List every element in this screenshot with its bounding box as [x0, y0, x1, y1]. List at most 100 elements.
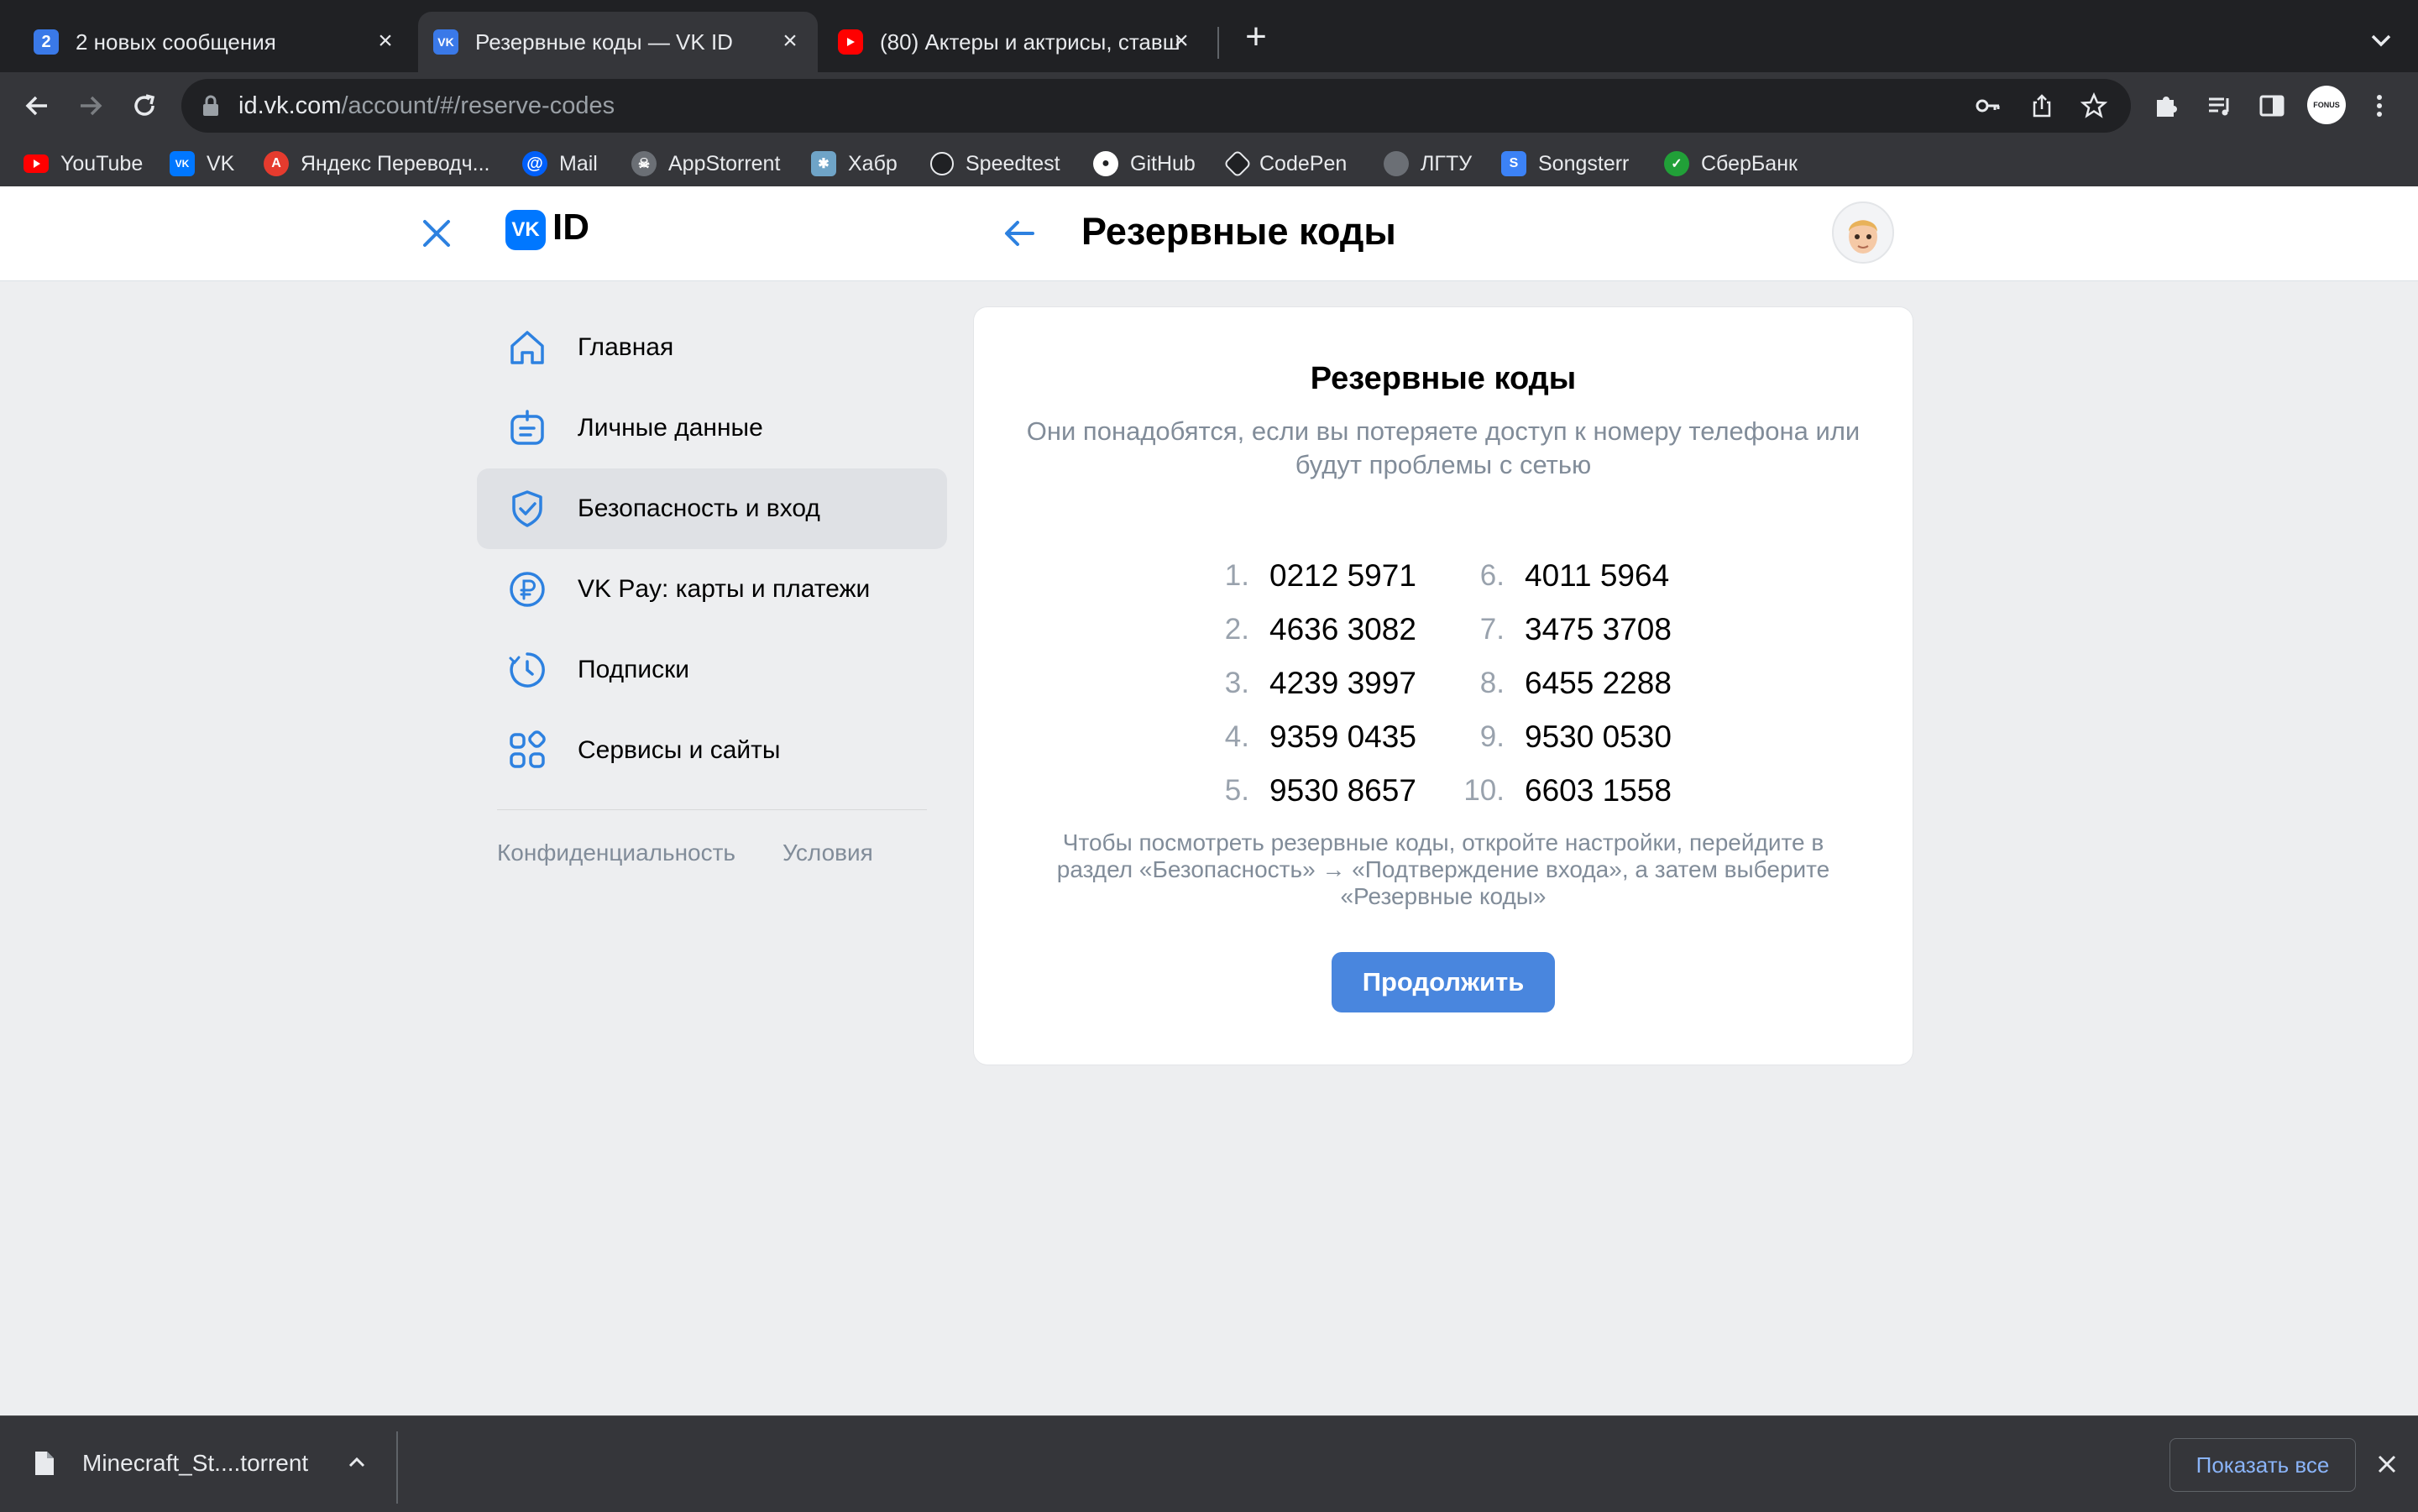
close-icon[interactable]: × [777, 29, 803, 54]
sidebar-item-label: Личные данные [578, 414, 763, 442]
terms-link[interactable]: Условия [782, 840, 873, 866]
downloads-bar: Minecraft_St....torrent Показать все [0, 1415, 2418, 1512]
bookmark-songsterr[interactable]: S Songsterr [1501, 148, 1629, 180]
habr-icon: ✱ [811, 151, 836, 176]
ruble-icon [505, 568, 549, 611]
speedtest-icon [930, 152, 954, 175]
bookmark-lgtu[interactable]: ЛГТУ [1384, 148, 1472, 180]
bookmark-label: Speedtest [966, 151, 1060, 175]
bookmark-label: VK [207, 151, 235, 175]
code-number: 4. [1224, 720, 1249, 753]
code-number: 5. [1224, 774, 1249, 807]
reserve-code-item: 2. 4636 3082 [1189, 603, 1416, 657]
close-icon[interactable] [418, 215, 455, 252]
code-value: 4011 5964 [1525, 558, 1670, 593]
bookmark-speedtest[interactable]: Speedtest [930, 148, 1060, 180]
reserve-code-item: 5. 9530 8657 [1189, 764, 1416, 818]
code-number: 9. [1479, 720, 1505, 753]
forward-arrow-icon[interactable] [72, 87, 109, 124]
globe-icon [1384, 151, 1409, 176]
sidebar-item-personal-data[interactable]: Личные данные [477, 388, 947, 468]
address-bar[interactable]: id.vk.com/account/#/reserve-codes [181, 79, 2131, 133]
bookmark-vk[interactable]: VK VK [170, 148, 234, 180]
code-value: 3475 3708 [1525, 612, 1672, 646]
reserve-code-item: 1. 0212 5971 [1189, 549, 1416, 603]
tab-messages[interactable]: 2 2 новых сообщения × [18, 12, 413, 72]
code-value: 9359 0435 [1269, 719, 1416, 754]
tab-favicon-counter: 2 [34, 29, 59, 55]
reload-icon[interactable] [126, 87, 163, 124]
code-number: 3. [1224, 667, 1249, 699]
bookmark-label: Songsterr [1538, 151, 1630, 175]
page-title: Резервные коды [1081, 210, 1396, 253]
close-icon[interactable] [2373, 1450, 2401, 1478]
extensions-puzzle-icon[interactable] [2148, 87, 2185, 124]
code-number: 10. [1463, 774, 1505, 807]
lock-icon[interactable] [200, 94, 222, 118]
download-file-name[interactable]: Minecraft_St....torrent [82, 1450, 308, 1477]
code-number: 7. [1479, 613, 1505, 646]
chevron-up-icon[interactable] [344, 1450, 369, 1475]
kebab-menu-icon[interactable] [2361, 87, 2398, 124]
reserve-code-item: 7. 3475 3708 [1444, 603, 1672, 657]
services-icon [505, 729, 549, 772]
sidebar-item-label: Главная [578, 333, 674, 361]
youtube-icon [24, 154, 49, 173]
continue-button[interactable]: Продолжить [1332, 952, 1555, 1012]
songsterr-icon: S [1501, 151, 1526, 176]
sidebar-item-subscriptions[interactable]: Подписки [477, 630, 947, 710]
downloads-divider [396, 1431, 398, 1504]
share-icon[interactable] [2028, 92, 2055, 119]
youtube-icon [838, 29, 863, 55]
bookmark-label: ЛГТУ [1421, 151, 1473, 175]
bookmark-youtube[interactable]: YouTube [24, 148, 143, 180]
card-subtitle: Они понадобятся, если вы потеряете досту… [1026, 416, 1861, 479]
shield-icon [505, 487, 549, 531]
sidebar-item-vk-pay[interactable]: VK Pay: карты и платежи [477, 549, 947, 630]
bookmark-label: Яндекс Переводч... [301, 151, 490, 175]
close-icon[interactable]: × [1169, 29, 1194, 54]
reserve-code-item: 6. 4011 5964 [1444, 549, 1669, 603]
bookmark-yandex-translate[interactable]: A Яндекс Переводч... [264, 148, 490, 180]
bookmark-appstorrent[interactable]: ☠ AppStorrent [631, 148, 780, 180]
bookmark-label: GitHub [1130, 151, 1196, 175]
tab-youtube[interactable]: (80) Актеры и актрисы, ставш × [823, 12, 1209, 72]
bookmark-habr[interactable]: ✱ Хабр [811, 148, 898, 180]
avatar[interactable] [1832, 201, 1894, 264]
sidebar-item-services[interactable]: Сервисы и сайты [477, 710, 947, 791]
code-value: 4636 3082 [1269, 612, 1416, 646]
code-value: 9530 0530 [1525, 719, 1672, 754]
close-icon[interactable]: × [373, 29, 398, 54]
code-value: 4239 3997 [1269, 666, 1416, 700]
side-panel-icon[interactable] [2253, 87, 2290, 124]
sidebar-item-home[interactable]: Главная [477, 307, 947, 388]
new-tab-button[interactable]: + [1238, 18, 1274, 55]
bookmark-codepen[interactable]: CodePen [1223, 148, 1347, 180]
back-arrow-icon[interactable] [1001, 215, 1038, 252]
show-all-button[interactable]: Показать все [2169, 1438, 2356, 1492]
bookmark-star-icon[interactable] [2080, 92, 2108, 119]
sidebar-divider [497, 809, 927, 810]
profile-avatar[interactable]: FONUS [2307, 86, 2346, 124]
tab-search-chevron-icon[interactable] [2366, 25, 2396, 55]
tab-title: (80) Актеры и актрисы, ставш [880, 29, 1180, 55]
sidebar-item-security[interactable]: Безопасность и вход [477, 468, 947, 549]
browser-tab-strip: 2 2 новых сообщения × VK Резервные коды … [0, 0, 2418, 72]
reserve-code-item: 9. 9530 0530 [1444, 710, 1672, 764]
bookmark-mail[interactable]: @ Mail [522, 148, 598, 180]
url-text: id.vk.com/account/#/reserve-codes [238, 92, 615, 120]
yandex-translate-icon: A [264, 151, 289, 176]
tab-reserve-codes[interactable]: VK Резервные коды — VK ID × [418, 12, 818, 72]
bookmark-label: Хабр [848, 151, 898, 175]
media-control-icon[interactable] [2201, 87, 2238, 124]
back-arrow-icon[interactable] [18, 87, 55, 124]
key-icon[interactable] [1975, 92, 2002, 119]
bookmarks-bar: YouTube VK VK A Яндекс Переводч... @ Mai… [0, 141, 2418, 187]
bookmark-sberbank[interactable]: ✓ СберБанк [1664, 148, 1798, 180]
code-value: 6603 1558 [1525, 773, 1672, 808]
code-number: 2. [1224, 613, 1249, 646]
vk-logo-icon[interactable]: VK [505, 210, 546, 250]
tab-divider [1217, 27, 1219, 59]
privacy-link[interactable]: Конфиденциальность [497, 840, 735, 866]
bookmark-github[interactable]: ● GitHub [1093, 148, 1196, 180]
